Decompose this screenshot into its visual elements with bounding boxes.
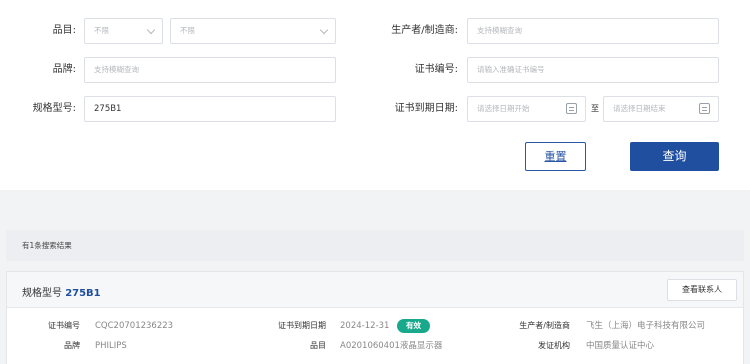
model-input[interactable]: 275B1 [84, 96, 336, 122]
view-contacts-button[interactable]: 查看联系人 [667, 279, 737, 301]
category-label: 品目: [52, 25, 76, 36]
manufacturer-value: 飞生（上海）电子科技有限公司 [586, 321, 706, 331]
reset-button[interactable]: 重置 [525, 142, 586, 171]
cert-no-input-placeholder: 请输入准确证书编号 [477, 65, 545, 74]
brand-input[interactable]: 支持模糊查询 [84, 57, 336, 83]
expiry-start-placeholder: 请选择日期开始 [477, 104, 530, 113]
date-range-separator: 至 [591, 104, 599, 113]
expiry-start-picker[interactable]: 请选择日期开始 [467, 96, 586, 122]
category-select-primary[interactable]: 不限 [84, 18, 163, 44]
issuer-key: 发证机构 [538, 341, 570, 350]
brand-label: 品牌: [52, 64, 76, 75]
search-form-panel: 品目: 不限 不限 生产者/制造商: 支持模糊查询 品牌: 支持模糊查询 证书编… [0, 0, 750, 190]
expiry-end-picker[interactable]: 请选择日期结束 [603, 96, 719, 122]
result-card-header: 规格型号 275B1 查看联系人 [7, 272, 743, 308]
result-card-title-prefix: 规格型号 [22, 288, 62, 299]
category-select-secondary[interactable]: 不限 [170, 18, 336, 44]
manufacturer-input-placeholder: 支持模糊查询 [477, 26, 522, 35]
result-count-text: 有1条搜索结果 [22, 241, 72, 250]
category-value: A0201060401液晶显示器 [340, 341, 443, 351]
expiry-end-placeholder: 请选择日期结束 [613, 104, 666, 113]
model-input-value: 275B1 [94, 104, 122, 114]
chevron-down-icon [319, 25, 329, 35]
expiry-label: 证书到期日期: [394, 103, 458, 114]
cert-no-input[interactable]: 请输入准确证书编号 [467, 57, 719, 83]
cert-no-label: 证书编号: [414, 64, 458, 75]
manufacturer-input[interactable]: 支持模糊查询 [467, 18, 719, 44]
category-select-secondary-value: 不限 [180, 26, 195, 35]
result-card-model: 275B1 [65, 288, 101, 299]
result-count-bar: 有1条搜索结果 [6, 230, 744, 261]
manufacturer-label: 生产者/制造商: [391, 25, 458, 36]
cert-no-key: 证书编号 [48, 321, 80, 330]
expiry-key: 证书到期日期 [278, 321, 326, 330]
brand-value: PHILIPS [95, 341, 127, 351]
brand-input-placeholder: 支持模糊查询 [94, 65, 139, 74]
brand-key: 品牌 [64, 341, 80, 350]
chevron-down-icon [146, 25, 156, 35]
manufacturer-key: 生产者/制造商 [519, 321, 570, 330]
result-card-title: 规格型号 275B1 [22, 284, 101, 299]
model-label: 规格型号: [32, 103, 76, 114]
category-select-primary-value: 不限 [94, 26, 109, 35]
calendar-icon [699, 103, 710, 114]
cert-no-value: CQC20701236223 [95, 321, 174, 331]
valid-status-badge: 有效 [397, 319, 430, 333]
category-key: 品目 [310, 341, 326, 350]
calendar-icon [566, 103, 577, 114]
query-button[interactable]: 查询 [630, 142, 719, 171]
issuer-value: 中国质量认证中心 [586, 341, 655, 351]
expiry-value: 2024-12-31 [340, 321, 390, 331]
